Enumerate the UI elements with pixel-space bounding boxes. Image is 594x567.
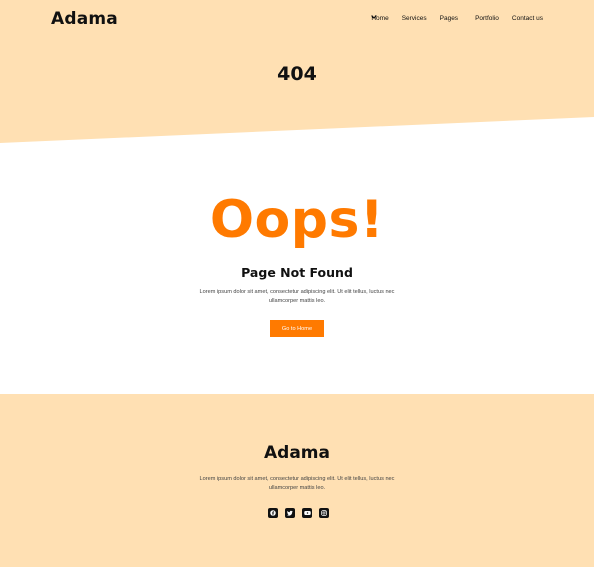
page-title: 404 (277, 63, 317, 85)
menu-item-label: Services (401, 15, 427, 22)
instagram-icon[interactable] (319, 508, 329, 518)
main-menu: Home Services Pages Portfolio Contact us (371, 15, 543, 22)
menu-item-pages[interactable]: Pages (371, 15, 462, 22)
go-home-button[interactable]: Go to Home (270, 320, 324, 337)
error-subtitle: Page Not Found (241, 265, 353, 280)
error-description: Lorem ipsum dolor sit amet, consectetur … (199, 289, 395, 304)
footer-logo[interactable]: Adama (0, 443, 594, 463)
menu-item-label: Contact us (511, 15, 543, 22)
site-logo[interactable]: Adama (51, 9, 118, 29)
menu-item-contact[interactable]: Contact us (512, 15, 543, 22)
hero-section: Adama Home Services Pages Portfolio Cont… (0, 0, 594, 145)
menu-item-services[interactable]: Services (402, 15, 427, 22)
social-links (268, 508, 329, 518)
menu-item-portfolio[interactable]: Portfolio (475, 15, 499, 22)
youtube-icon[interactable] (302, 508, 312, 518)
twitter-icon[interactable] (285, 508, 295, 518)
error-headline: Oops! (209, 190, 385, 250)
footer: Adama Lorem ipsum dolor sit amet, consec… (0, 394, 594, 567)
navbar: Adama Home Services Pages Portfolio Cont… (0, 0, 594, 40)
menu-item-label: Portfolio (475, 15, 499, 22)
footer-description: Lorem ipsum dolor sit amet, consectetur … (199, 476, 395, 491)
menu-item-label: Pages (439, 15, 459, 22)
facebook-icon[interactable] (268, 508, 278, 518)
